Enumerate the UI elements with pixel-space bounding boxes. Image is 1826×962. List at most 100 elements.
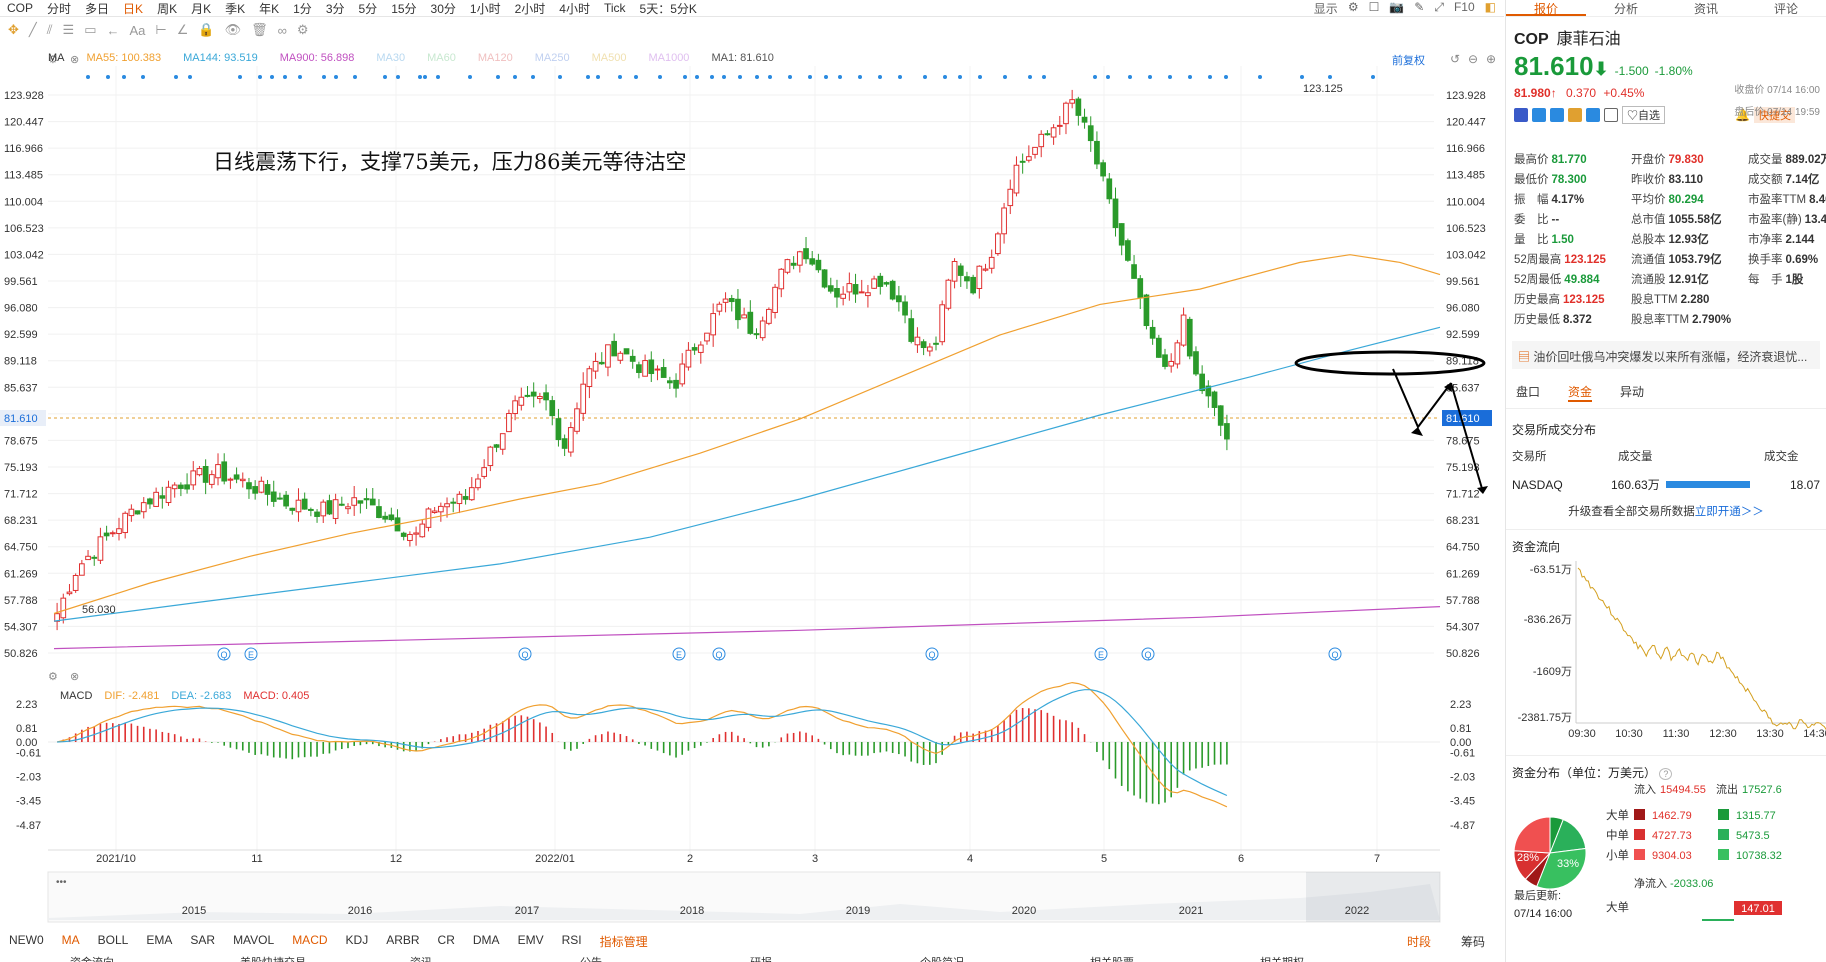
footer-tab[interactable]: 美股快捷交易 <box>170 954 340 962</box>
macd-legend-item[interactable]: MACD: 0.405 <box>243 690 309 702</box>
detail-tab[interactable]: 资金 <box>1568 383 1593 402</box>
event-dot <box>558 75 562 79</box>
candle-body <box>803 248 809 260</box>
outflow-label: 流出 <box>1716 782 1738 796</box>
dea-line <box>57 689 1228 797</box>
candle-body <box>295 499 302 513</box>
exchange-volume: 160.63万 <box>1611 478 1660 492</box>
panel-tab[interactable]: 分析 <box>1586 0 1666 16</box>
overview-window[interactable] <box>1306 872 1440 922</box>
indicator-tab[interactable]: MACD <box>283 933 336 950</box>
candle-body <box>957 265 964 276</box>
ma-legend-item[interactable]: MA60 <box>427 52 456 66</box>
chart-icon[interactable] <box>1568 108 1582 122</box>
indicator-tab[interactable]: KDJ <box>337 933 378 950</box>
footer-tab[interactable]: 相关期权 <box>1190 954 1360 962</box>
event-dot <box>878 75 882 79</box>
event-dot <box>174 75 178 79</box>
footer-tab[interactable]: 相关股票 <box>1020 954 1190 962</box>
stat-cell: 昨收价 83.110 <box>1631 171 1748 187</box>
candle-body <box>592 360 599 372</box>
news-banner[interactable]: ▤ 油价回吐俄乌冲突爆发以来所有涨幅，经济衰退忧... <box>1512 341 1820 369</box>
note-icon[interactable] <box>1604 108 1618 122</box>
net-size-label: 大单 <box>1606 900 1629 914</box>
detail-tab[interactable]: 盘口 <box>1516 383 1540 402</box>
stat-value: 2.790% <box>1692 314 1732 326</box>
macd-legend-item[interactable]: DIF: -2.481 <box>104 690 159 702</box>
panel-tab[interactable]: 评论 <box>1746 0 1826 16</box>
ma-indicator-label[interactable]: MA <box>48 52 65 66</box>
candle-body <box>252 486 259 494</box>
candle-body <box>685 349 692 368</box>
indicator-tab[interactable]: BOLL <box>89 933 138 950</box>
indicator-tab[interactable]: EMA <box>137 933 181 950</box>
ma-legend-item[interactable]: MA1000 <box>648 52 689 66</box>
ma-legend-item[interactable]: MA900: 56.898 <box>280 52 355 66</box>
flow-time-label: 09:30 <box>1568 728 1596 740</box>
stat-cell: 市盈率TTM8.40 <box>1748 191 1826 207</box>
zoom-in-icon: ⊕ <box>1486 52 1496 66</box>
candle-body <box>376 506 382 519</box>
price-tick: 78.675 <box>4 435 38 447</box>
session-button[interactable]: 时段 <box>1398 933 1440 950</box>
footer-tab[interactable]: 个股简况 <box>850 954 1020 962</box>
event-dot <box>353 75 357 79</box>
indicator-tab[interactable]: RSI <box>553 933 591 950</box>
panel-tab[interactable]: 报价 <box>1506 0 1586 16</box>
ma-legend-item[interactable]: MA1: 81.610 <box>711 52 773 66</box>
date-tick: 6 <box>1238 853 1244 865</box>
ma-legend-item[interactable]: MA250 <box>535 52 570 66</box>
indicator-tab[interactable]: EMV <box>509 933 553 950</box>
panel-tab[interactable]: 资讯 <box>1666 0 1746 16</box>
footer-tab[interactable]: 资金流向 <box>0 954 170 962</box>
footer-tab[interactable]: 资讯 <box>340 954 510 962</box>
overview-navigator[interactable]: ••• 2015 2016 2017 2018 2019 2020 2021 2022 <box>47 871 1441 923</box>
event-dot <box>513 75 517 79</box>
ma-legend-item[interactable]: MA120 <box>478 52 513 66</box>
inflow-swatch <box>1634 829 1645 840</box>
upgrade-link[interactable]: 立即开通＞＞ <box>1695 506 1764 518</box>
indicator-tab[interactable]: NEW0 <box>0 933 53 950</box>
candle-body <box>85 555 91 561</box>
tag-icon[interactable] <box>1586 108 1600 122</box>
price-tick: 96.080 <box>1446 303 1480 315</box>
add-watchlist-button[interactable]: ♡自选 <box>1622 106 1665 124</box>
candle-body <box>1094 140 1100 165</box>
indicator-tab[interactable]: DMA <box>464 933 509 950</box>
kline-chart[interactable]: 123.928 120.447 116.966 113.485 110.004 106.5… <box>0 0 1504 930</box>
macd-legend-item[interactable]: DEA: -2.683 <box>171 690 231 702</box>
chip-button[interactable]: 筹码 <box>1452 933 1494 950</box>
candle-body <box>1211 391 1218 408</box>
ma-legend-item[interactable]: MA55: 100.383 <box>87 52 162 66</box>
indicator-tab[interactable]: 指标管理 <box>591 933 657 950</box>
candle-body <box>877 275 884 287</box>
stat-label: 昨收价 <box>1631 174 1666 186</box>
footer-tab[interactable]: 公告 <box>510 954 680 962</box>
help-icon[interactable]: ? <box>1659 768 1673 780</box>
event-dot <box>1300 75 1304 79</box>
lightning-icon[interactable] <box>1532 108 1546 122</box>
indicator-tab[interactable]: SAR <box>181 933 224 950</box>
event-dot <box>1028 75 1032 79</box>
stat-value: 4.17% <box>1551 194 1585 206</box>
indicator-tab[interactable]: CR <box>429 933 464 950</box>
dollar-icon[interactable] <box>1550 108 1564 122</box>
footer-tab[interactable]: 研报 <box>680 954 850 962</box>
arrow-head[interactable] <box>1411 427 1423 436</box>
stat-value: -- <box>1551 214 1560 226</box>
stat-label: 总市值 <box>1631 214 1666 226</box>
indicator-tab[interactable]: ARBR <box>377 933 428 950</box>
stat-value: 8.40 <box>1809 194 1826 206</box>
macd-legend-item[interactable]: MACD <box>60 690 92 702</box>
stat-value: 13.4 <box>1804 214 1826 226</box>
restore-mode-button[interactable]: 前复权 <box>1392 52 1425 68</box>
detail-tab[interactable]: 异动 <box>1620 383 1644 402</box>
outflow-total: 17527.6 <box>1742 784 1782 796</box>
indicator-tab[interactable]: MA <box>53 933 89 950</box>
ma-legend-item[interactable]: MA144: 93.519 <box>183 52 258 66</box>
volume-bar <box>1666 481 1750 488</box>
ma-legend-item[interactable]: MA500 <box>592 52 627 66</box>
ma-legend-item[interactable]: MA30 <box>376 52 405 66</box>
indicator-tab[interactable]: MAVOL <box>224 933 283 950</box>
chart-annotation-text[interactable]: 日线震荡下行，支撑75美元，压力86美元等待沽空 <box>213 146 686 176</box>
